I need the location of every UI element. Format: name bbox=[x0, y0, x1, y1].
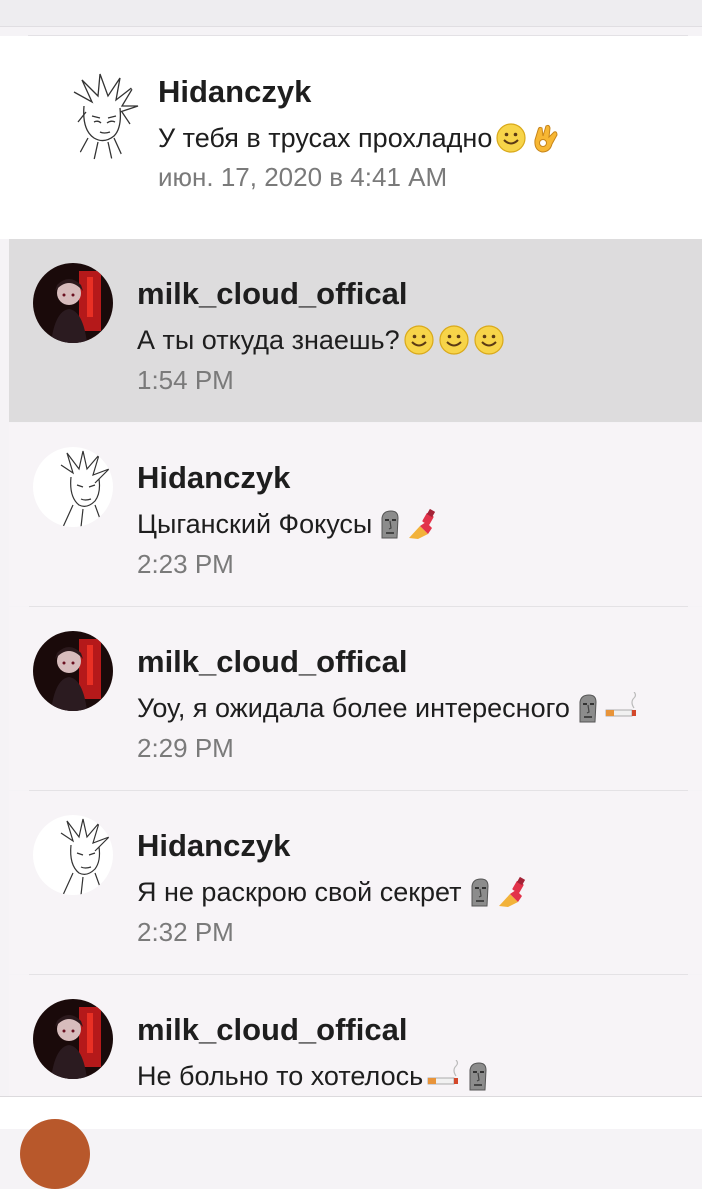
smile-emoji bbox=[495, 122, 527, 154]
smile-emoji bbox=[473, 324, 505, 356]
sketch-avatar[interactable] bbox=[33, 815, 113, 895]
message-text: А ты откуда знаешь? bbox=[137, 324, 505, 356]
author-name[interactable]: milk_cloud_offical bbox=[137, 276, 407, 312]
message-body: Не больно то хотелось bbox=[137, 1060, 424, 1091]
timestamp: 2:29 PM bbox=[137, 733, 234, 763]
message-text: Не больно то хотелось bbox=[137, 1060, 491, 1092]
smile-emoji bbox=[438, 324, 470, 356]
message-body: А ты откуда знаешь? bbox=[137, 324, 400, 355]
message-item[interactable]: Hidanczyk У тебя в трусах прохладно июн.… bbox=[0, 36, 702, 239]
author-name[interactable]: Hidanczyk bbox=[137, 828, 290, 864]
moai-emoji bbox=[465, 876, 493, 908]
message-item[interactable]: milk_cloud_offical Уоу, я ожидала более … bbox=[9, 607, 702, 790]
dark-red-avatar[interactable] bbox=[33, 999, 113, 1079]
timestamp: июн. 17, 2020 в 4:41 AM bbox=[158, 162, 448, 192]
author-name[interactable]: Hidanczyk bbox=[137, 460, 290, 496]
message-item[interactable]: milk_cloud_offical Не больно то хотелось bbox=[9, 975, 702, 1096]
timestamp: 1:54 PM bbox=[137, 365, 234, 395]
author-name[interactable]: Hidanczyk bbox=[158, 74, 311, 110]
smile-emoji bbox=[403, 324, 435, 356]
dark-red-avatar[interactable] bbox=[33, 631, 113, 711]
author-name[interactable]: milk_cloud_offical bbox=[137, 1012, 407, 1048]
sketch-avatar[interactable] bbox=[33, 447, 113, 527]
message-body: Уоу, я ожидала более интересного bbox=[137, 692, 570, 723]
bottom-bar[interactable] bbox=[0, 1096, 702, 1189]
nail-polish-emoji bbox=[496, 876, 528, 908]
cigarette-emoji bbox=[426, 1060, 460, 1092]
message-body: Цыганский Фокусы bbox=[137, 508, 373, 539]
moai-emoji bbox=[573, 692, 601, 724]
message-text: Я не раскрою свой секрет bbox=[137, 876, 528, 908]
message-text: У тебя в трусах прохладно bbox=[158, 122, 560, 154]
message-item[interactable]: Hidanczyk Цыганский Фокусы 2:23 PM bbox=[9, 423, 702, 606]
timestamp: 2:32 PM bbox=[137, 917, 234, 947]
top-strip bbox=[0, 0, 702, 27]
sketch-avatar[interactable] bbox=[64, 72, 140, 160]
message-text: Цыганский Фокусы bbox=[137, 508, 438, 540]
message-text: Уоу, я ожидала более интересного bbox=[137, 692, 638, 724]
message-item[interactable]: milk_cloud_offical А ты откуда знаешь? 1… bbox=[9, 239, 702, 422]
moai-emoji bbox=[375, 508, 403, 540]
nail-polish-emoji bbox=[406, 508, 438, 540]
message-body: У тебя в трусах прохладно bbox=[158, 122, 493, 153]
timestamp: 2:23 PM bbox=[137, 549, 234, 579]
message-body: Я не раскрою свой секрет bbox=[137, 876, 462, 907]
cigarette-emoji bbox=[604, 692, 638, 724]
ok-hand-emoji bbox=[530, 122, 560, 154]
user-avatar[interactable] bbox=[20, 1119, 90, 1189]
message-item[interactable]: Hidanczyk Я не раскрою свой секрет 2:32 … bbox=[9, 791, 702, 974]
moai-emoji bbox=[463, 1060, 491, 1092]
dark-red-avatar[interactable] bbox=[33, 263, 113, 343]
author-name[interactable]: milk_cloud_offical bbox=[137, 644, 407, 680]
